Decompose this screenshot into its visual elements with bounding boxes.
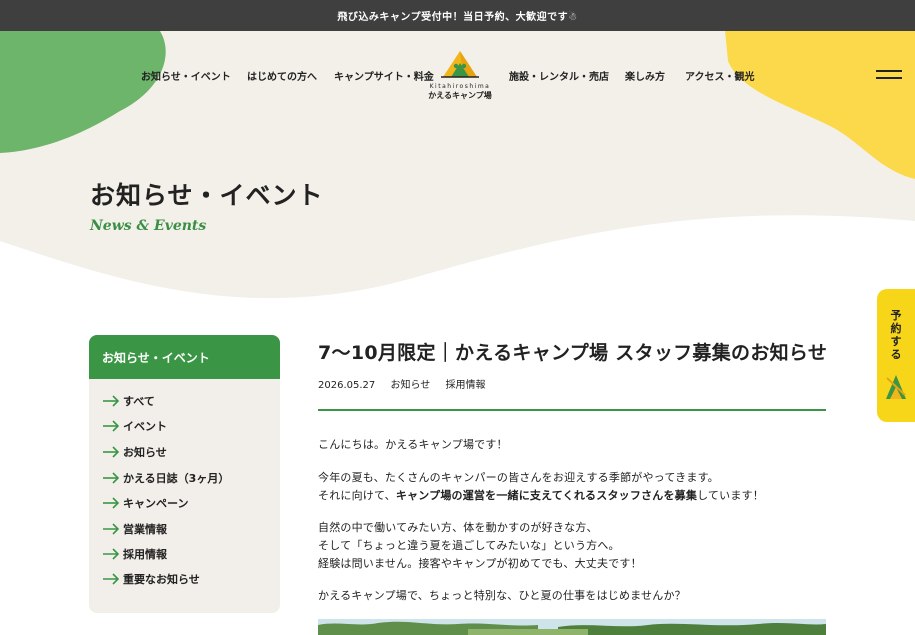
article-meta: 2026.05.27 お知らせ 採用情報 bbox=[318, 376, 497, 391]
sidebar-item-all[interactable]: すべて bbox=[102, 391, 155, 411]
article-photo bbox=[318, 619, 826, 635]
sidebar-item-news[interactable]: お知らせ bbox=[102, 442, 167, 462]
sidebar-item-events[interactable]: イベント bbox=[102, 416, 167, 436]
arrow-right-icon bbox=[103, 548, 120, 560]
paragraph-text: 今年の夏も、たくさんのキャンパーの皆さんをお迎えする季節がやってきます。 bbox=[318, 471, 719, 484]
paragraph-text: それに向けて、 bbox=[318, 489, 396, 502]
sidebar-item-business-info[interactable]: 営業情報 bbox=[102, 519, 167, 539]
arrow-right-icon bbox=[103, 446, 120, 458]
sidebar-item-label: お知らせ bbox=[123, 446, 167, 459]
reserve-label: 予約する bbox=[890, 309, 902, 361]
article-paragraph-3: 自然の中で働いてみたい方、体を動かすのが好きな方、 そして「ちょっと違う夏を過ご… bbox=[318, 519, 642, 573]
sidebar-item-recruit[interactable]: 採用情報 bbox=[102, 544, 167, 564]
arrow-right-icon bbox=[103, 395, 120, 407]
article-category-news[interactable]: お知らせ bbox=[390, 380, 430, 391]
article-paragraph-1: こんにちは。かえるキャンプ場です！ bbox=[318, 436, 508, 454]
page-subtitle: News & Events bbox=[90, 218, 207, 234]
nav-news-events[interactable]: お知らせ・イベント bbox=[141, 68, 231, 83]
paragraph-text: 自然の中で働いてみたい方、体を動かすのが好きな方、 bbox=[318, 521, 598, 534]
nav-facilities[interactable]: 施設・レンタル・売店 bbox=[509, 68, 609, 83]
paragraph-text: かえるキャンプ場で、ちょっと特別な、ひと夏の仕事をはじめませんか？ bbox=[318, 589, 686, 602]
sidebar-item-label: すべて bbox=[123, 395, 155, 408]
arrow-right-icon bbox=[103, 420, 120, 432]
announcement-text: 飛び込みキャンプ受付中！当日予約、大歓迎です☃ bbox=[337, 12, 578, 23]
sidebar-category-menu: お知らせ・イベント すべて イベント お知らせ かえる日誌（3ヶ月） キャンペー… bbox=[89, 335, 280, 613]
arrow-right-icon bbox=[103, 497, 120, 509]
article-paragraph-2: 今年の夏も、たくさんのキャンパーの皆さんをお迎えする季節がやってきます。 それに… bbox=[318, 469, 764, 505]
sidebar-item-label: 営業情報 bbox=[123, 523, 167, 536]
article-title: 7〜10月限定｜かえるキャンプ場 スタッフ募集のお知らせ bbox=[318, 342, 828, 364]
page-title: お知らせ・イベント bbox=[90, 181, 324, 210]
sidebar-item-label: 採用情報 bbox=[123, 548, 167, 561]
site-logo[interactable]: Kitahiroshima かえるキャンプ場 bbox=[424, 49, 496, 101]
menu-icon[interactable] bbox=[876, 69, 902, 81]
sidebar-item-diary[interactable]: かえる日誌（3ヶ月） bbox=[102, 468, 229, 488]
article-date: 2026.05.27 bbox=[318, 380, 376, 391]
frog-tent-reserve-icon bbox=[886, 375, 906, 399]
sidebar-item-label: 重要なお知らせ bbox=[123, 573, 200, 586]
arrow-right-icon bbox=[103, 472, 120, 484]
sidebar-heading: お知らせ・イベント bbox=[89, 335, 280, 379]
nav-first-time[interactable]: はじめての方へ bbox=[247, 68, 317, 83]
article-paragraph-4: かえるキャンプ場で、ちょっと特別な、ひと夏の仕事をはじめませんか？ bbox=[318, 587, 686, 605]
sidebar-item-label: イベント bbox=[123, 420, 167, 433]
sidebar-item-label: キャンペーン bbox=[123, 497, 189, 510]
sidebar-item-label: かえる日誌（3ヶ月） bbox=[123, 472, 230, 485]
reserve-button[interactable]: 予約する bbox=[877, 289, 915, 422]
paragraph-text: 経験は問いません。接客やキャンプが初めてでも、大丈夫です！ bbox=[318, 557, 642, 570]
sidebar-item-campaign[interactable]: キャンペーン bbox=[102, 493, 188, 513]
announcement-bar: 飛び込みキャンプ受付中！当日予約、大歓迎です☃ bbox=[0, 0, 915, 31]
nav-campsite-fees[interactable]: キャンプサイト・料金 bbox=[334, 68, 434, 83]
sidebar-item-important[interactable]: 重要なお知らせ bbox=[102, 569, 200, 589]
forest-photo-image bbox=[318, 619, 826, 635]
frog-tent-logo-icon bbox=[441, 51, 479, 78]
paragraph-text: しています！ bbox=[697, 489, 764, 502]
nav-enjoy[interactable]: 楽しみ方 bbox=[625, 68, 665, 83]
arrow-right-icon bbox=[103, 523, 120, 535]
paragraph-text: そして「ちょっと違う夏を過ごしてみたいな」という方へ。 bbox=[318, 539, 620, 552]
title-divider bbox=[318, 409, 826, 411]
arrow-right-icon bbox=[103, 573, 120, 585]
logo-japanese: かえるキャンプ場 bbox=[428, 91, 492, 100]
article-category-recruit[interactable]: 採用情報 bbox=[445, 380, 485, 391]
paragraph-emphasis: キャンプ場の運営を一緒に支えてくれるスタッフさんを募集 bbox=[395, 489, 698, 502]
paragraph-text: こんにちは。かえるキャンプ場です！ bbox=[318, 438, 508, 451]
nav-access[interactable]: アクセス・観光 bbox=[685, 68, 755, 83]
logo-english: Kitahiroshima bbox=[429, 83, 491, 90]
